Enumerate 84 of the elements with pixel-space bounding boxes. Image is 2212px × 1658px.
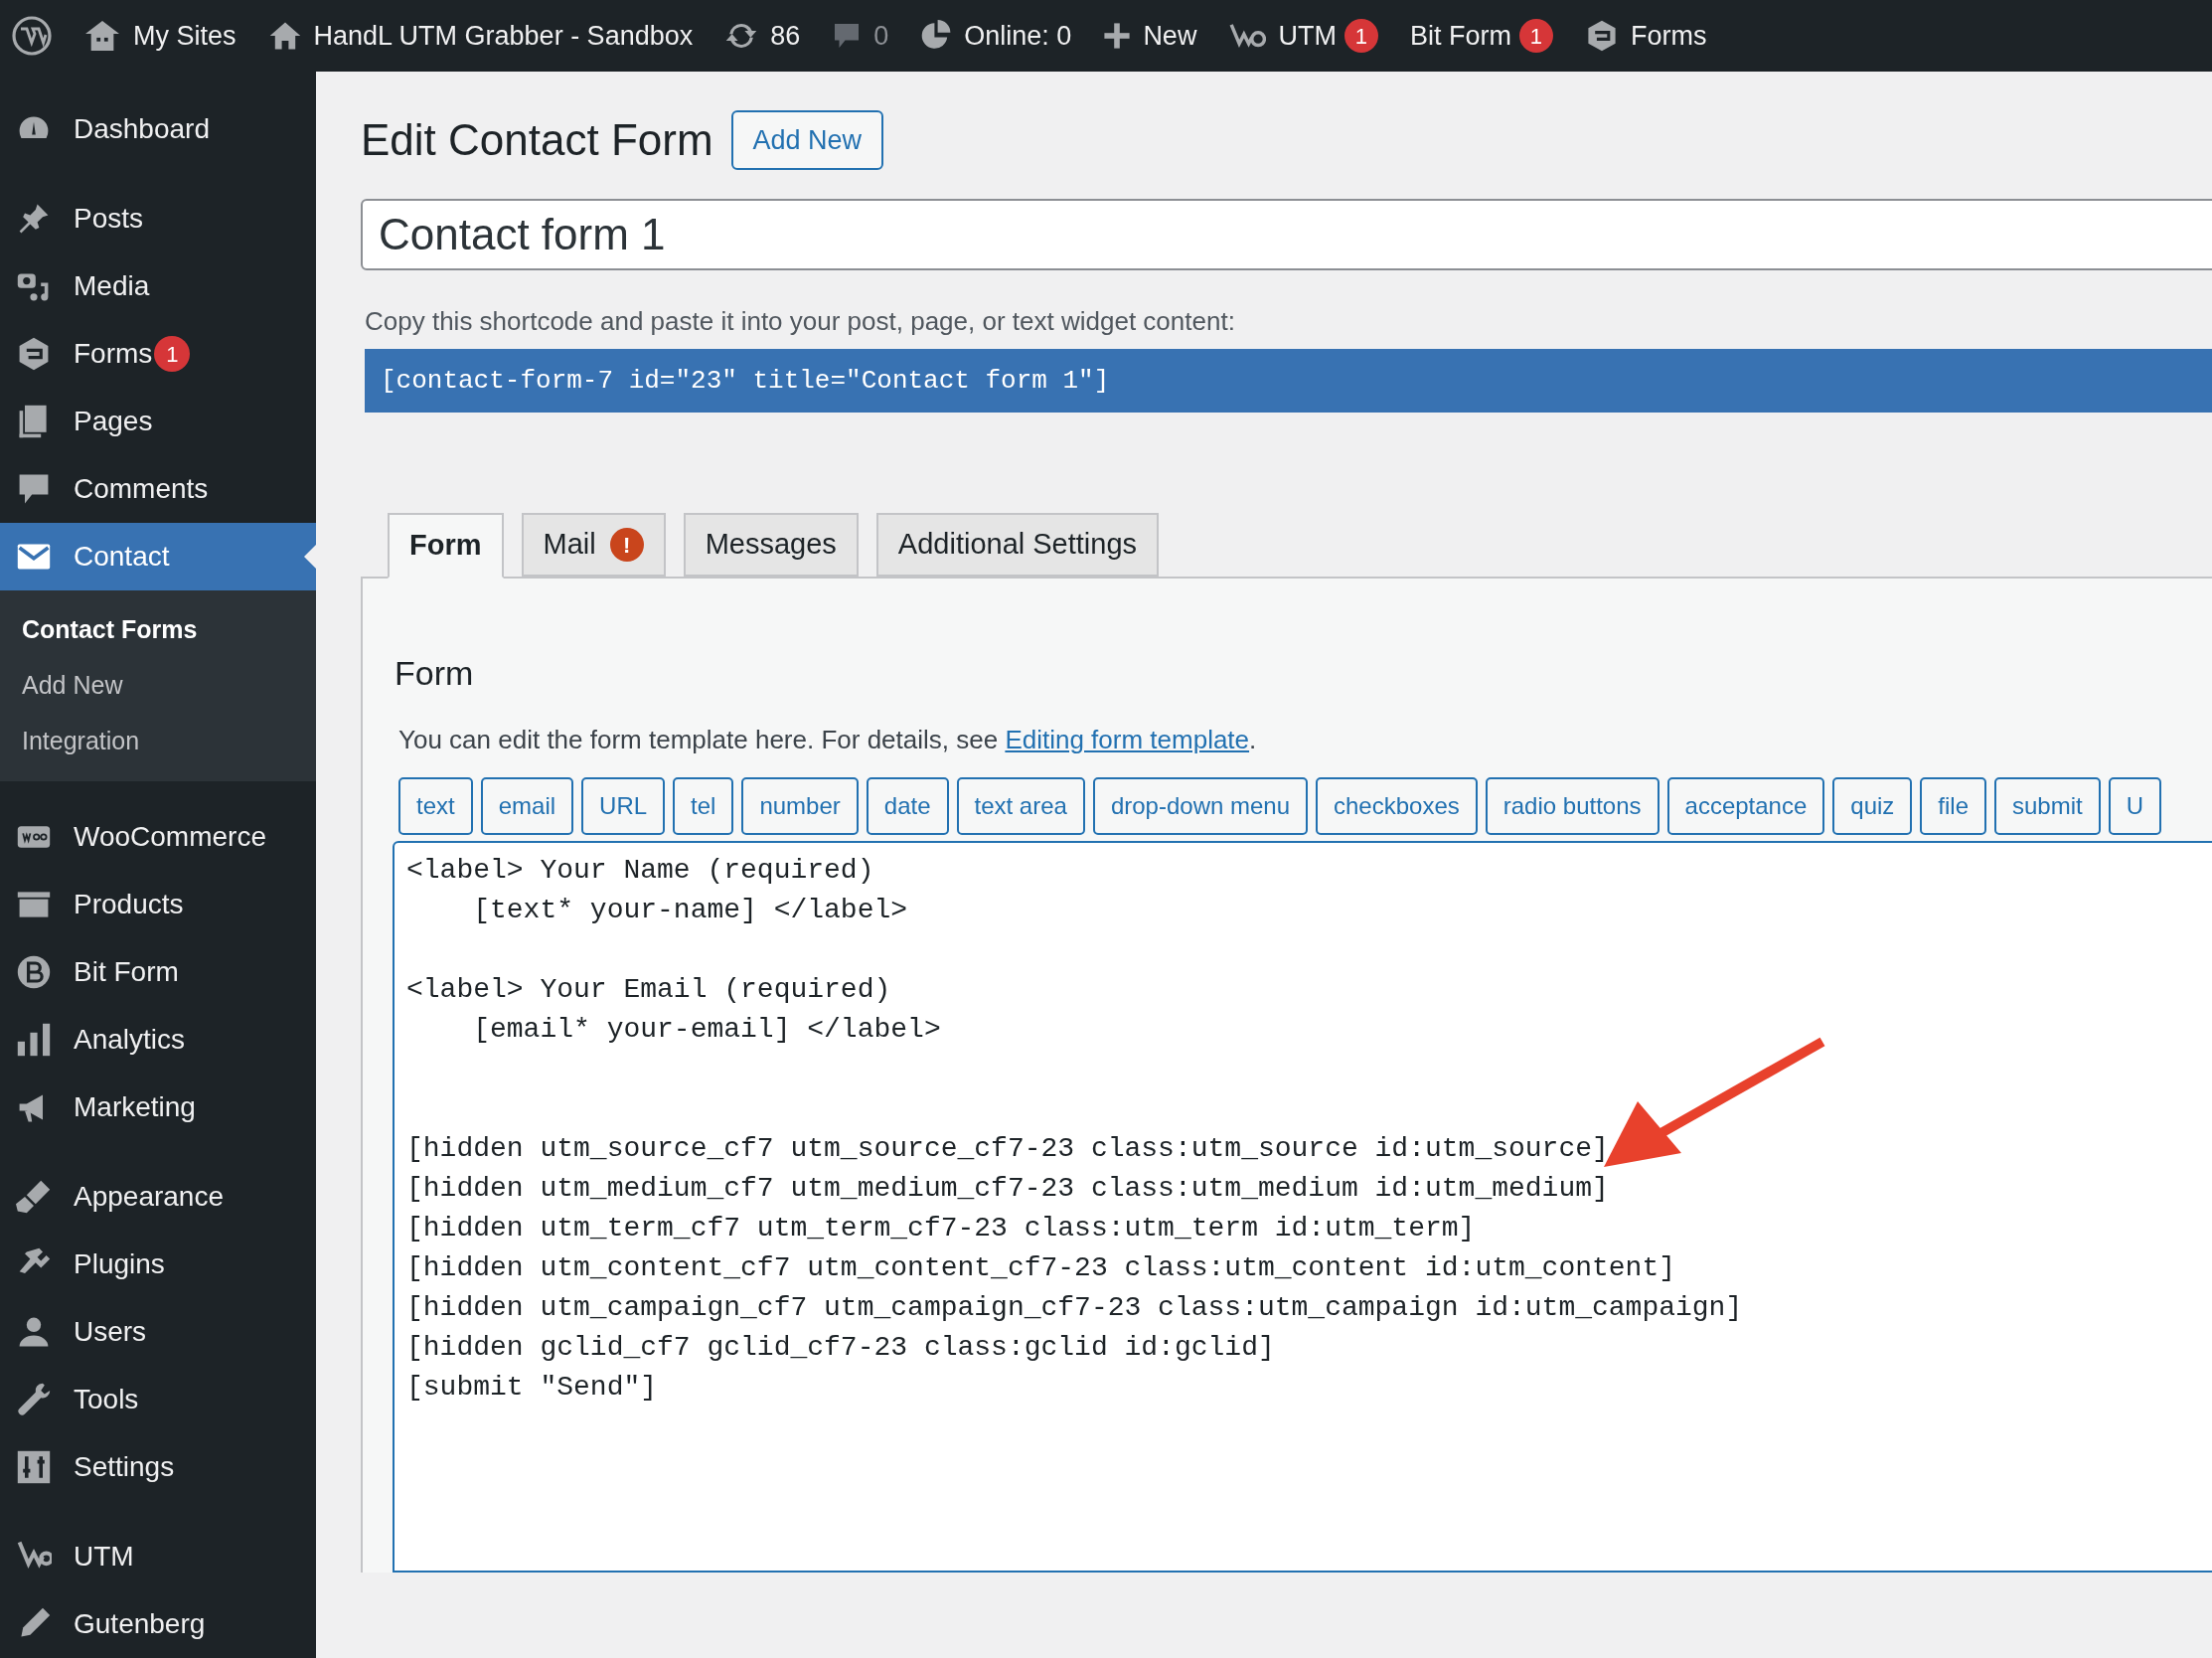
count-badge: 1 — [154, 336, 191, 372]
sidebar-menu-item[interactable]: Gutenberg — [0, 1590, 316, 1658]
sidebar-menu-item[interactable]: Pages — [0, 388, 316, 455]
admin-bar-item[interactable]: Online: 0 — [920, 15, 1072, 57]
form-description: You can edit the form template here. For details, see Editing form template. — [397, 724, 1258, 756]
tag-generator-button[interactable]: file — [1920, 777, 1986, 835]
shortcode-field[interactable]: [contact-form-7 id="23" title="Contact form 1"] — [365, 349, 2212, 413]
home-icon — [267, 20, 302, 52]
tag-generator-button[interactable]: U — [2108, 777, 2162, 835]
admin-bar-item[interactable]: My Sites — [83, 15, 237, 57]
add-new-button[interactable]: Add New — [730, 110, 884, 170]
admin-bar-item[interactable]: New — [1103, 15, 1197, 57]
bar-chart-icon — [16, 1022, 52, 1058]
sidebar-menu-item[interactable]: WooCommerce — [0, 803, 316, 871]
title-input-field[interactable]: Contact form 1 — [361, 199, 2212, 270]
admin-bar-label: My Sites — [133, 19, 237, 53]
count-badge: 1 — [1518, 19, 1553, 53]
sidebar-menu-item[interactable]: Appearance — [0, 1163, 316, 1231]
tag-generator-button[interactable]: acceptance — [1666, 777, 1825, 835]
tag-generator-button[interactable]: text area — [956, 777, 1085, 835]
sidebar-menu-item[interactable]: Dashboard — [0, 95, 316, 163]
admin-bar-item[interactable]: 86 — [724, 15, 801, 57]
alert-badge: ! — [609, 528, 644, 562]
sidebar-menu-item[interactable]: UTM — [0, 1523, 316, 1590]
count-badge: 1 — [1343, 19, 1378, 53]
tab[interactable]: Mail ! — [521, 513, 666, 577]
menu-pointer — [304, 545, 316, 569]
sidebar-menu-item[interactable]: Forms 1 — [0, 320, 316, 388]
form-template-editor[interactable]: <label> Your Name (required) [text* your-name] </label> <label> Your Email (required) [email* your-email] </label> [hidden utm_source_cf7 utm_source_cf7-23 class:utm_source id:utm_source] [hidden utm_medium_cf7 utm_medium_cf7-23 class:utm_medium id:utm_medium] [hidden utm_term_cf7 utm_term_cf7-23 class:utm_term id:utm_term] [hidden utm_content_cf7 utm_content_cf7-23 class:utm_content id:utm_content] [hidden utm_campaign_cf7 utm_campaign_cf7-23 class:utm_campaign id:utm_campaign] [hidden gclid_cf7 gclid_cf7-23 class:gclid id:gclid] [submit "Send"] — [393, 841, 2212, 1573]
sidebar-menu-item[interactable]: Posts — [0, 185, 316, 252]
admin-bar-item[interactable]: UTM 1 — [1228, 15, 1378, 57]
sidebar-menu-item[interactable]: Comments — [0, 455, 316, 523]
submenu-item[interactable]: Add New — [0, 658, 316, 714]
admin-bar-label: Bit Form — [1409, 19, 1511, 53]
tag-generator-button[interactable]: drop-down menu — [1092, 777, 1308, 835]
utm-logo-icon — [1228, 21, 1267, 51]
shortcode-hint: Copy this shortcode and paste it into your post, page, or text widget content: — [364, 305, 1236, 338]
section-heading: Form — [395, 653, 475, 694]
tab[interactable]: Messages — [683, 513, 859, 577]
admin-bar-label: 0 — [873, 19, 889, 53]
admin-bar-item[interactable]: 0 — [832, 15, 889, 57]
sidebar-menu-item[interactable]: Products — [0, 871, 316, 938]
tag-generator-button[interactable]: submit — [1994, 777, 2101, 835]
tag-generator-button[interactable]: number — [741, 777, 859, 835]
admin-bar-label: UTM — [1278, 19, 1337, 53]
sidebar-menu-item[interactable]: Media — [0, 252, 316, 320]
sliders-icon — [16, 1449, 52, 1485]
sidebar-menu-item[interactable]: Settings — [0, 1433, 316, 1501]
admin-bar-item[interactable]: Bit Form 1 — [1409, 15, 1553, 57]
plus-icon — [1103, 22, 1132, 50]
tag-generator-button[interactable]: tel — [673, 777, 734, 835]
sidebar-menu-item[interactable]: Tools — [0, 1366, 316, 1433]
documentation-link[interactable]: Editing form template — [1005, 725, 1250, 754]
sidebar-menu-item[interactable]: Contact — [0, 523, 316, 590]
submenu-item[interactable]: Integration — [0, 714, 316, 769]
sidebar-menu-item[interactable]: Bit Form — [0, 938, 316, 1006]
admin-bar-label: Forms — [1630, 19, 1707, 53]
submenu-item[interactable]: Contact Forms — [0, 602, 316, 658]
tab[interactable]: Form — [388, 513, 504, 579]
admin-bar-item[interactable]: Forms — [1584, 15, 1707, 57]
admin-bar-label: 86 — [770, 19, 801, 53]
tag-generator-button[interactable]: quiz — [1832, 777, 1913, 835]
tag-generator-button[interactable]: text — [398, 777, 473, 835]
wrench-icon — [16, 1382, 52, 1417]
tag-generator-button[interactable]: checkboxes — [1316, 777, 1478, 835]
wordpress-logo-icon — [12, 16, 52, 56]
tag-generator-button[interactable]: email — [480, 777, 574, 835]
bit-logo-icon — [16, 954, 52, 990]
houses-icon — [83, 19, 121, 53]
tag-generator-button[interactable]: date — [866, 777, 949, 835]
tag-generator-button[interactable]: radio buttons — [1485, 777, 1659, 835]
page-title: Edit Contact Form — [361, 114, 713, 166]
sidebar-menu-item[interactable]: Analytics — [0, 1006, 316, 1074]
pie-chart-icon — [920, 20, 953, 52]
tab[interactable]: Additional Settings — [875, 513, 1160, 577]
admin-bar-label: Online: 0 — [964, 19, 1072, 53]
admin-bar-item[interactable]: HandL UTM Grabber - Sandbox — [267, 15, 694, 57]
sidebar-menu-item[interactable]: Plugins — [0, 1231, 316, 1298]
admin-bar-label: New — [1143, 19, 1197, 53]
paintbrush-icon — [16, 1179, 52, 1215]
admin-bar-label: HandL UTM Grabber - Sandbox — [313, 19, 694, 53]
sidebar-menu-item[interactable]: Marketing — [0, 1074, 316, 1141]
tag-generator-button[interactable]: URL — [581, 777, 666, 835]
sidebar-menu-item[interactable]: Users — [0, 1298, 316, 1366]
